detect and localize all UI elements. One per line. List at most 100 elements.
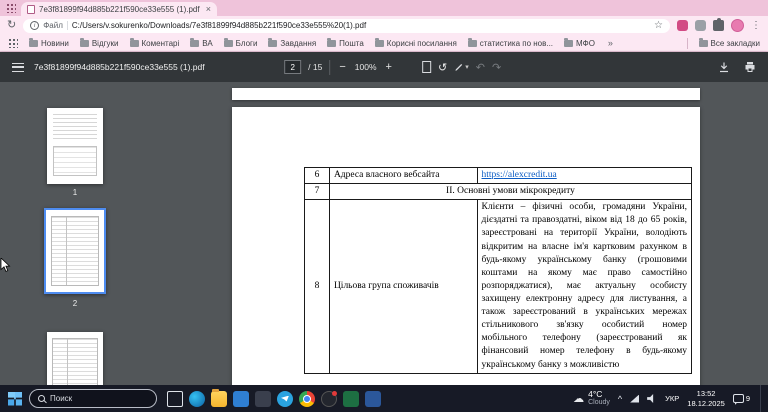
taskbar-search[interactable]: Поиск (29, 389, 157, 408)
bookmark-label: Відгуки (92, 39, 119, 48)
tray-expand-icon[interactable]: ^ (618, 394, 622, 404)
taskbar-app-icon[interactable] (277, 391, 293, 407)
task-view-icon[interactable] (167, 391, 183, 407)
start-button[interactable] (8, 392, 22, 406)
zoom-in-button[interactable]: + (384, 61, 394, 73)
extension-icon[interactable] (695, 20, 706, 31)
bookmark-label: статистика по нов... (480, 39, 553, 48)
print-icon[interactable] (744, 61, 756, 73)
tab-strip: 7e3f81899f94d885b221f590ce33e555 (1).pdf… (0, 0, 768, 16)
folder-icon (268, 40, 277, 47)
rotate-icon[interactable]: ↺ (438, 61, 447, 74)
bookmark-label: МФО (576, 39, 595, 48)
bookmark-item[interactable]: Коментарі (130, 39, 180, 48)
folder-icon (468, 40, 477, 47)
bookmark-item[interactable]: Завдання (268, 39, 316, 48)
pdf-toolbar: 7e3f81899f94d885b221f590ce33e555 (1).pdf… (0, 52, 768, 82)
taskbar-apps (167, 391, 381, 407)
page-thumbnail[interactable] (47, 108, 103, 184)
folder-icon (699, 40, 708, 47)
network-icon[interactable] (630, 395, 639, 403)
taskbar-app-icon[interactable] (321, 391, 337, 407)
zoom-out-button[interactable]: − (337, 61, 347, 73)
table-row: 7 ІІ. Основні умови мікрокредиту (305, 184, 692, 200)
address-bar[interactable]: i Файл C:/Users/v.sokurenko/Downloads/7e… (23, 19, 670, 33)
folder-icon (80, 40, 89, 47)
extensions-puzzle-icon[interactable] (713, 20, 724, 31)
folder-icon (564, 40, 573, 47)
tab-search-icon[interactable] (6, 3, 16, 13)
bookmark-item[interactable]: ВА (190, 39, 212, 48)
row-number: 8 (305, 200, 330, 373)
date: 18.12.2025 (687, 399, 725, 408)
bookmark-item[interactable]: Корисні посилання (375, 39, 457, 48)
bookmark-label: Корисні посилання (387, 39, 457, 48)
row-value: https://alexcredit.ua (477, 168, 691, 184)
folder-icon (29, 40, 38, 47)
folder-icon (375, 40, 384, 47)
weather-widget[interactable]: ☁ 4°C Cloudy (573, 390, 610, 408)
show-desktop-button[interactable] (760, 385, 763, 412)
url-scheme-label: Файл (43, 21, 63, 30)
tab-close-icon[interactable]: × (206, 5, 211, 14)
bookmark-label: Завдання (280, 39, 316, 48)
previous-page-edge (232, 88, 700, 100)
bookmarks-overflow-icon[interactable]: » (608, 38, 613, 48)
annotate-icon[interactable]: ▾ (454, 62, 469, 72)
bookmark-item[interactable]: Пошта (327, 39, 364, 48)
bookmark-item[interactable]: Відгуки (80, 39, 119, 48)
extension-icon[interactable] (677, 20, 688, 31)
thumbnail-page-number: 2 (73, 299, 77, 308)
search-icon (38, 395, 45, 402)
undo-icon[interactable]: ↶ (476, 61, 485, 74)
bookmark-item[interactable]: Блоги (224, 39, 258, 48)
page-thumbnail[interactable] (47, 332, 103, 385)
folder-icon (130, 40, 139, 47)
bookmarks-divider (687, 38, 688, 49)
thumb-content (53, 146, 97, 176)
pdf-toolbar-right (718, 61, 756, 73)
pdf-menu-icon[interactable] (12, 63, 24, 72)
weather-condition: Cloudy (588, 399, 610, 407)
action-center[interactable]: 9 (733, 394, 750, 403)
clock[interactable]: 13:52 18.12.2025 (687, 389, 725, 408)
redo-icon[interactable]: ↷ (492, 61, 501, 74)
search-label: Поиск (50, 394, 72, 403)
notification-icon (733, 394, 744, 403)
taskbar-app-icon[interactable] (343, 391, 359, 407)
language-indicator[interactable]: УКР (665, 394, 679, 403)
pdf-page: 6 Адреса власного вебсайта https://alexc… (232, 107, 700, 385)
notification-count: 9 (746, 394, 750, 403)
download-icon[interactable] (718, 61, 730, 73)
info-icon[interactable]: i (30, 21, 39, 30)
bookmark-star-icon[interactable]: ☆ (654, 20, 663, 31)
url-text[interactable]: C:/Users/v.sokurenko/Downloads/7e3f81899… (72, 21, 650, 30)
row-number: 6 (305, 168, 330, 184)
bookmark-item[interactable]: МФО (564, 39, 595, 48)
pdf-toolbar-center: 2 / 15 − 100% + ↺ ▾ ↶ ↷ (284, 52, 501, 82)
all-bookmarks-label: Все закладки (711, 39, 760, 48)
browser-menu-icon[interactable]: ⋮ (751, 21, 761, 31)
bookmark-item[interactable]: статистика по нов... (468, 39, 553, 48)
taskbar-app-icon[interactable] (365, 391, 381, 407)
fit-page-icon[interactable] (422, 61, 431, 73)
row-number: 7 (305, 184, 330, 200)
bookmark-label: Новини (41, 39, 69, 48)
page-thumbnail-active[interactable] (44, 208, 106, 294)
reload-icon[interactable]: ↻ (7, 20, 16, 31)
taskbar-app-icon[interactable] (255, 391, 271, 407)
thumb-content (52, 338, 98, 385)
volume-icon[interactable] (647, 394, 657, 403)
taskbar-app-icon[interactable] (233, 391, 249, 407)
all-bookmarks-button[interactable]: Все закладки (699, 39, 760, 48)
taskbar-app-icon[interactable] (189, 391, 205, 407)
chrome-icon[interactable] (299, 391, 315, 407)
apps-grid-icon[interactable] (8, 38, 18, 48)
profile-avatar[interactable] (731, 19, 744, 32)
file-explorer-icon[interactable] (211, 391, 227, 407)
browser-tab[interactable]: 7e3f81899f94d885b221f590ce33e555 (1).pdf… (21, 2, 217, 16)
page-count-label: / 15 (308, 62, 322, 72)
page-number-input[interactable]: 2 (284, 60, 301, 74)
bookmark-item[interactable]: Новини (29, 39, 69, 48)
website-link[interactable]: https://alexcredit.ua (482, 170, 557, 180)
